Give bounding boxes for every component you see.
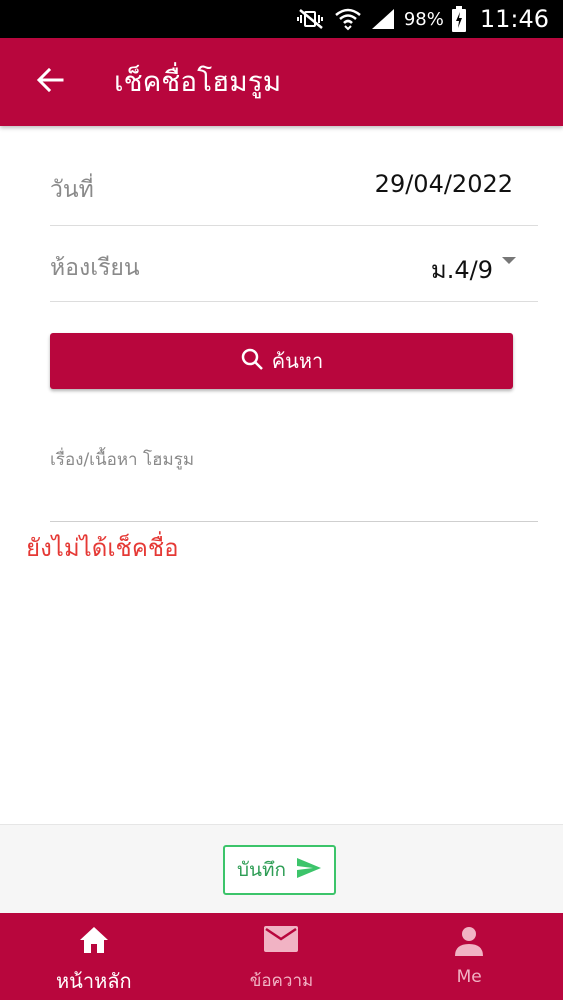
- classroom-label: ห้องเรียน: [50, 255, 140, 281]
- save-button-label: บันทึก: [236, 859, 287, 881]
- mute-vibrate-icon: [296, 8, 326, 30]
- home-icon: [78, 925, 110, 959]
- classroom-field[interactable]: ห้องเรียน ม.4/9: [50, 228, 538, 302]
- app-bar: เช็คชื่อโฮมรูม: [0, 38, 563, 126]
- page-title: เช็คชื่อโฮมรูม: [114, 65, 282, 98]
- search-button-label: ค้นหา: [271, 349, 324, 373]
- nav-label-me: Me: [456, 967, 482, 987]
- status-icons: 98% 11:46: [296, 0, 549, 38]
- nav-item-messages[interactable]: ข้อความ: [188, 913, 376, 1000]
- attendance-status-message: ยังไม่ได้เช็คชื่อ: [26, 534, 179, 562]
- date-value[interactable]: 29/04/2022: [375, 170, 513, 198]
- footer-bar: บันทึก: [0, 824, 563, 913]
- date-field[interactable]: วันที่ 29/04/2022: [50, 150, 538, 226]
- save-button[interactable]: บันทึก: [223, 845, 336, 895]
- bottom-nav: หน้าหลัก ข้อความ Me: [0, 913, 563, 1000]
- nav-label-messages: ข้อความ: [249, 971, 314, 991]
- person-icon: [453, 925, 485, 961]
- mail-icon: [263, 925, 299, 957]
- topic-label: เรื่อง/เนื้อหา โฮมรูม: [50, 450, 195, 470]
- date-label: วันที่: [50, 177, 94, 203]
- nav-item-home[interactable]: หน้าหลัก: [0, 913, 188, 1000]
- wifi-icon: [334, 7, 362, 31]
- nav-item-me[interactable]: Me: [375, 913, 563, 1000]
- nav-label-home: หน้าหลัก: [56, 969, 132, 993]
- dropdown-arrow-icon[interactable]: [502, 257, 516, 264]
- topic-field[interactable]: เรื่อง/เนื้อหา โฮมรูม: [50, 430, 538, 522]
- send-icon: [296, 857, 322, 884]
- classroom-select[interactable]: ม.4/9: [431, 250, 493, 289]
- search-icon: [240, 347, 264, 376]
- arrow-back-icon: [36, 66, 64, 98]
- battery-charging-icon: [451, 6, 466, 32]
- signal-icon: [370, 7, 396, 31]
- status-time: 11:46: [479, 5, 549, 33]
- status-bar: 98% 11:46: [0, 0, 563, 38]
- battery-percent: 98%: [403, 8, 444, 30]
- back-button[interactable]: [30, 62, 70, 102]
- search-button[interactable]: ค้นหา: [50, 333, 513, 389]
